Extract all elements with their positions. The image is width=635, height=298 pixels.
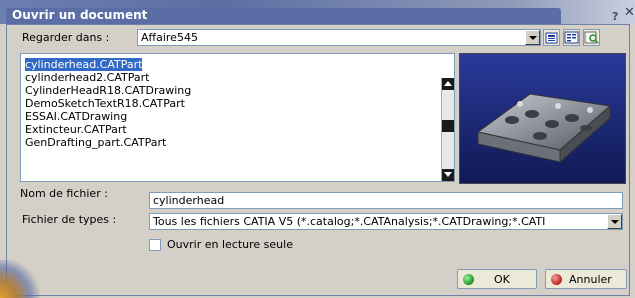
- close-button[interactable]: ✕: [624, 5, 635, 20]
- look-in-label: Regarder dans :: [22, 31, 110, 44]
- list-view-icon: [564, 31, 579, 44]
- cancel-button[interactable]: Annuler: [545, 269, 627, 289]
- scroll-up-icon[interactable]: [442, 78, 454, 90]
- list-item[interactable]: CylinderHeadR18.CATDrawing: [25, 84, 191, 97]
- cancel-icon: [551, 274, 562, 285]
- list-item[interactable]: ESSAI.CATDrawing: [25, 110, 127, 123]
- ok-icon: [463, 274, 474, 285]
- chevron-down-icon[interactable]: [525, 30, 540, 45]
- ok-button[interactable]: OK: [457, 269, 537, 289]
- filename-input[interactable]: [150, 193, 622, 208]
- look-in-select[interactable]: Affaire545: [137, 29, 541, 46]
- help-button[interactable]: ?: [612, 10, 618, 23]
- scroll-thumb[interactable]: [442, 120, 454, 132]
- list-item[interactable]: Extincteur.CATPart: [25, 123, 127, 136]
- file-list-scrollbar[interactable]: [441, 78, 454, 181]
- cancel-label: Annuler: [569, 273, 612, 286]
- list-view-button[interactable]: [563, 29, 580, 46]
- scroll-down-icon[interactable]: [442, 169, 454, 181]
- filetype-label: Fichier de types :: [22, 213, 117, 226]
- list-item[interactable]: GenDrafting_part.CATPart: [25, 136, 166, 149]
- list-item[interactable]: DemoSketchTextR18.CATPart: [25, 97, 185, 110]
- file-list[interactable]: cylinderhead.CATPart cylinderhead2.CATPa…: [20, 53, 455, 182]
- list-item[interactable]: cylinderhead.CATPart: [23, 57, 144, 72]
- list-item[interactable]: cylinderhead2.CATPart: [25, 71, 149, 84]
- window-title: Ouvrir un document: [12, 8, 148, 22]
- filetype-select[interactable]: Tous les fichiers CATIA V5 (*.catalog;*.…: [149, 213, 623, 230]
- look-in-value: Affaire545: [141, 31, 198, 44]
- up-folder-button[interactable]: [543, 29, 560, 46]
- chevron-down-icon[interactable]: [607, 214, 622, 229]
- preview-toggle-button[interactable]: [583, 29, 600, 46]
- readonly-label: Ouvrir en lecture seule: [167, 238, 293, 251]
- up-folder-icon: [545, 32, 558, 44]
- corner-decoration: [0, 260, 40, 298]
- filename-field[interactable]: [149, 192, 623, 209]
- readonly-checkbox[interactable]: [149, 239, 161, 251]
- cylinder-head-preview-image: [460, 54, 625, 183]
- ok-label: OK: [494, 273, 510, 286]
- file-preview: [459, 53, 626, 184]
- filename-label: Nom de fichier :: [20, 187, 108, 200]
- title-bar: Ouvrir un document ? ✕: [0, 0, 635, 24]
- preview-icon: [584, 31, 599, 44]
- filetype-value: Tous les fichiers CATIA V5 (*.catalog;*.…: [153, 215, 546, 228]
